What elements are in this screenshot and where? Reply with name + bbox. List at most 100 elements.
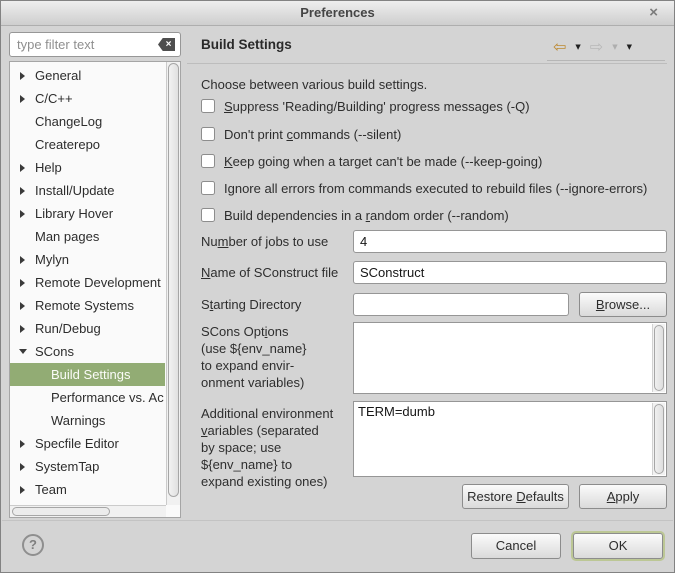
env-variables-box: TERM=dumb bbox=[353, 401, 667, 477]
ok-button[interactable]: OK bbox=[573, 533, 663, 559]
sidebar-item-help[interactable]: Help bbox=[10, 156, 165, 179]
checkbox-label[interactable]: Suppress 'Reading/Building' progress mes… bbox=[224, 99, 530, 114]
filter-box bbox=[9, 32, 181, 57]
footer-separator bbox=[2, 520, 673, 521]
sidebar-item-remote-development[interactable]: Remote Development bbox=[10, 271, 165, 294]
header-separator bbox=[187, 63, 667, 64]
expand-arrow-icon[interactable] bbox=[18, 162, 29, 173]
starting-directory-field[interactable] bbox=[353, 293, 569, 316]
spacer bbox=[18, 139, 29, 150]
starting-directory-label: Starting Directory bbox=[201, 297, 301, 312]
checkbox-label[interactable]: Don't print commands (--silent) bbox=[224, 127, 401, 142]
sidebar-item-label: Man pages bbox=[35, 229, 99, 244]
expand-arrow-icon[interactable] bbox=[18, 461, 29, 472]
sidebar-item-label: Run/Debug bbox=[35, 321, 101, 336]
checkbox-keep-going[interactable] bbox=[201, 154, 215, 168]
checkbox-label[interactable]: Build dependencies in a random order (--… bbox=[224, 208, 509, 223]
expand-arrow-icon[interactable] bbox=[18, 93, 29, 104]
collapse-arrow-icon[interactable] bbox=[18, 346, 29, 357]
sidebar-item-scons[interactable]: SCons bbox=[10, 340, 165, 363]
checkbox-row-suppress-progress: Suppress 'Reading/Building' progress mes… bbox=[201, 97, 530, 115]
expand-arrow-icon[interactable] bbox=[18, 70, 29, 81]
back-arrow-icon[interactable]: ⇦ bbox=[553, 39, 566, 55]
sidebar-item-warnings[interactable]: Warnings bbox=[10, 409, 165, 432]
textarea-scrollbar-thumb[interactable] bbox=[654, 325, 664, 391]
cancel-button[interactable]: Cancel bbox=[471, 533, 561, 559]
sidebar-item-build-settings[interactable]: Build Settings bbox=[10, 363, 165, 386]
checkbox-dont-print-commands[interactable] bbox=[201, 127, 215, 141]
browse-button[interactable]: Browse... bbox=[579, 292, 667, 317]
env-variables-textarea[interactable]: TERM=dumb bbox=[354, 402, 651, 476]
checkbox-ignore-errors[interactable] bbox=[201, 181, 215, 195]
expand-arrow-icon[interactable] bbox=[18, 254, 29, 265]
spacer bbox=[18, 231, 29, 242]
checkbox-suppress-progress[interactable] bbox=[201, 99, 215, 113]
tree-vertical-scrollbar bbox=[166, 62, 180, 505]
sidebar-item-label: SystemTap bbox=[35, 459, 99, 474]
expand-arrow-icon[interactable] bbox=[18, 208, 29, 219]
back-history-chevron-down-icon[interactable]: ▼ bbox=[575, 44, 580, 51]
sconstruct-name-field[interactable] bbox=[353, 261, 667, 284]
textarea-scrollbar bbox=[652, 324, 665, 392]
apply-button[interactable]: Apply bbox=[579, 484, 667, 509]
checkbox-label[interactable]: Keep going when a target can't be made (… bbox=[224, 154, 542, 169]
checkbox-label[interactable]: Ignore all errors from commands executed… bbox=[224, 181, 647, 196]
preferences-dialog: Preferences × General C/C++ ChangeLog Cr… bbox=[0, 0, 675, 573]
sidebar-item-specfile-editor[interactable]: Specfile Editor bbox=[10, 432, 165, 455]
sidebar-item-label: Performance vs. Ac bbox=[51, 390, 164, 405]
sidebar-item-label: Warnings bbox=[51, 413, 105, 428]
expand-arrow-icon[interactable] bbox=[18, 438, 29, 449]
restore-defaults-button[interactable]: Restore Defaults bbox=[462, 484, 569, 509]
forward-arrow-icon[interactable]: ⇨ bbox=[590, 39, 603, 55]
close-icon[interactable]: × bbox=[649, 1, 658, 25]
forward-history-chevron-down-icon[interactable]: ▼ bbox=[612, 44, 617, 51]
scons-options-textarea[interactable] bbox=[354, 323, 651, 393]
titlebar: Preferences × bbox=[1, 1, 674, 26]
spacer bbox=[34, 392, 45, 403]
filter-input[interactable] bbox=[17, 37, 158, 52]
sidebar-item-label: Remote Development bbox=[35, 275, 161, 290]
sidebar-item-label: Remote Systems bbox=[35, 298, 134, 313]
checkbox-row-ignore-errors: Ignore all errors from commands executed… bbox=[201, 179, 647, 197]
sconstruct-name-label: Name of SConstruct file bbox=[201, 265, 338, 280]
sidebar-item-systemtap[interactable]: SystemTap bbox=[10, 455, 165, 478]
jobs-count-label: Number of jobs to use bbox=[201, 234, 328, 249]
sidebar-item-install-update[interactable]: Install/Update bbox=[10, 179, 165, 202]
sidebar-item-label: SCons bbox=[35, 344, 74, 359]
sidebar-item-label: C/C++ bbox=[35, 91, 73, 106]
spacer bbox=[34, 415, 45, 426]
checkbox-random-order[interactable] bbox=[201, 208, 215, 222]
sidebar-item-general[interactable]: General bbox=[10, 64, 165, 87]
sidebar-item-run-debug[interactable]: Run/Debug bbox=[10, 317, 165, 340]
sidebar-item-createrepo[interactable]: Createrepo bbox=[10, 133, 165, 156]
expand-arrow-icon[interactable] bbox=[18, 277, 29, 288]
sidebar-item-label: Specfile Editor bbox=[35, 436, 119, 451]
sidebar-item-label: Install/Update bbox=[35, 183, 115, 198]
sidebar-item-remote-systems[interactable]: Remote Systems bbox=[10, 294, 165, 317]
sidebar-item-library-hover[interactable]: Library Hover bbox=[10, 202, 165, 225]
expand-arrow-icon[interactable] bbox=[18, 484, 29, 495]
clear-filter-icon[interactable] bbox=[158, 38, 175, 51]
scons-options-box bbox=[353, 322, 667, 394]
help-button[interactable]: ? bbox=[22, 534, 44, 556]
sidebar-item-label: Help bbox=[35, 160, 62, 175]
page-nav-toolbar: ⇦ ▼ ⇨ ▼ ▼ bbox=[547, 34, 665, 61]
sidebar-item-mylyn[interactable]: Mylyn bbox=[10, 248, 165, 271]
expand-arrow-icon[interactable] bbox=[18, 185, 29, 196]
sidebar-item-label: General bbox=[35, 68, 81, 83]
textarea-scrollbar-thumb[interactable] bbox=[654, 404, 664, 474]
sidebar-item-performance[interactable]: Performance vs. Ac bbox=[10, 386, 165, 409]
checkbox-row-keep-going: Keep going when a target can't be made (… bbox=[201, 152, 542, 170]
sidebar-item-c-cpp[interactable]: C/C++ bbox=[10, 87, 165, 110]
sidebar-item-changelog[interactable]: ChangeLog bbox=[10, 110, 165, 133]
sidebar-item-team[interactable]: Team bbox=[10, 478, 165, 501]
expand-arrow-icon[interactable] bbox=[18, 323, 29, 334]
vertical-scrollbar-thumb[interactable] bbox=[168, 63, 179, 497]
view-menu-chevron-down-icon[interactable]: ▼ bbox=[627, 44, 632, 51]
tree-horizontal-scrollbar bbox=[10, 505, 166, 517]
expand-arrow-icon[interactable] bbox=[18, 300, 29, 311]
sidebar-item-label: Team bbox=[35, 482, 67, 497]
sidebar-item-man-pages[interactable]: Man pages bbox=[10, 225, 165, 248]
horizontal-scrollbar-thumb[interactable] bbox=[12, 507, 110, 516]
jobs-count-field[interactable] bbox=[353, 230, 667, 253]
